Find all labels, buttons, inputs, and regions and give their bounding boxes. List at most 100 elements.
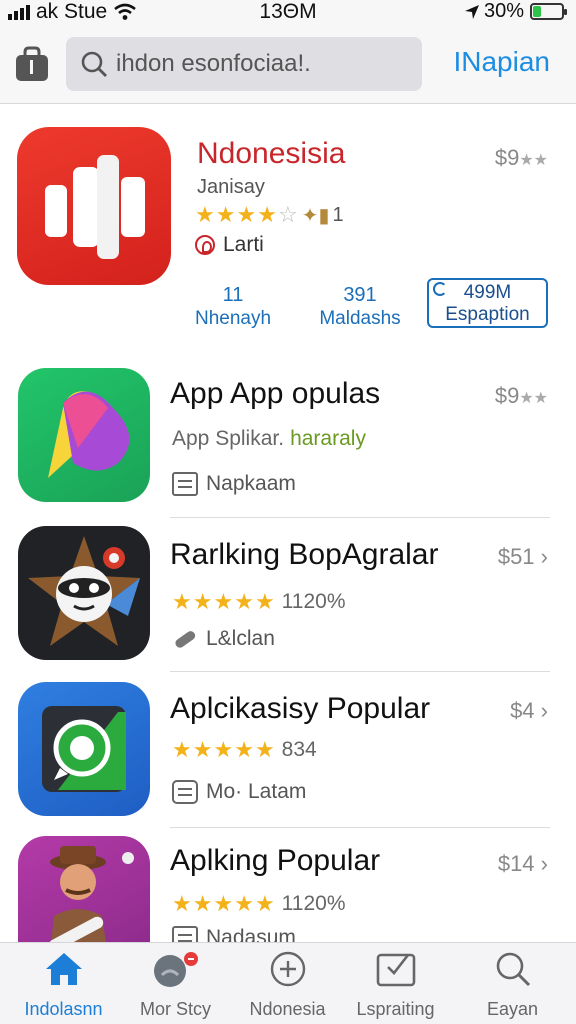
price-stars-icon: ★★ bbox=[519, 390, 548, 407]
search-placeholder: ihdon esonfociaa!. bbox=[116, 50, 311, 77]
tab-label: Ndonesia bbox=[249, 999, 326, 1019]
app-rating: ★★★★★ 834 bbox=[172, 737, 317, 763]
app-meta: Nadasum bbox=[172, 926, 296, 942]
star-filled-icon: ★ bbox=[192, 891, 214, 916]
tab-label: Indolasnn bbox=[24, 999, 103, 1019]
rating-text: 1120% bbox=[281, 892, 346, 915]
app-rating: ★★★★★ 1120% bbox=[172, 589, 346, 615]
rating-text: 834 bbox=[281, 738, 317, 761]
list-item[interactable]: Aplking Popular $14 › ★★★★★ 1120% Nadasu… bbox=[0, 836, 576, 942]
tab-today[interactable]: Indolasnn bbox=[6, 951, 121, 1020]
chevron-right-icon: › bbox=[540, 698, 548, 723]
star-filled-icon: ★ bbox=[172, 891, 193, 916]
featured-app-rating: ★★★★☆ ✦▮ 1 bbox=[195, 202, 344, 228]
price-label: $14 bbox=[497, 851, 535, 876]
expand-button[interactable]: 499M Espaption bbox=[427, 278, 548, 328]
price-label: $4 bbox=[510, 698, 535, 723]
star-rating: ★★★★☆ bbox=[195, 202, 299, 228]
star-rating: ★★★★★ bbox=[172, 737, 276, 763]
app-icon[interactable] bbox=[18, 526, 150, 660]
app-title[interactable]: Aplking Popular bbox=[170, 844, 380, 878]
list-item[interactable]: App App opulas $9★★ App Splikar. hararaly… bbox=[0, 368, 576, 518]
featured-app-title[interactable]: Ndonesisia bbox=[197, 137, 345, 171]
tab-lspraiting[interactable]: Lspraiting bbox=[338, 951, 453, 1020]
search-input[interactable]: ihdon esonfociaa!. bbox=[66, 37, 422, 91]
stat-value: 11 bbox=[222, 284, 244, 306]
app-icon[interactable] bbox=[18, 836, 150, 942]
app-title[interactable]: Aplcikasisy Popular bbox=[170, 692, 430, 726]
plus-circle-icon bbox=[270, 951, 305, 987]
divider bbox=[170, 671, 550, 672]
medal-icon: ✦▮ bbox=[301, 204, 330, 227]
app-meta: Mo· Latam bbox=[172, 780, 306, 804]
app-price[interactable]: $51 › bbox=[498, 544, 548, 570]
app-rating: ★★★★★ 1120% bbox=[172, 891, 346, 917]
tab-ndonesia[interactable]: Ndonesia bbox=[230, 951, 345, 1020]
rating-suffix: 1 bbox=[332, 203, 344, 226]
price-stars-icon: ★★ bbox=[519, 152, 548, 169]
star-filled-icon: ★ bbox=[234, 589, 255, 614]
shopping-bag-icon[interactable] bbox=[14, 46, 50, 82]
app-subtitle: App Splikar. hararaly bbox=[172, 427, 366, 451]
list-box-icon bbox=[172, 926, 198, 942]
star-filled-icon: ★ bbox=[213, 737, 235, 762]
battery-percent: 30% bbox=[483, 0, 524, 22]
meta-label: L&lclan bbox=[206, 627, 275, 650]
app-price[interactable]: $14 › bbox=[498, 851, 548, 877]
app-logo-icon bbox=[45, 155, 145, 259]
list-box-icon bbox=[172, 472, 198, 496]
location-arrow-icon bbox=[464, 4, 479, 19]
tab-bar: Indolasnn Mor Stcy Ndonesia Lspraiting E… bbox=[0, 942, 576, 1024]
star-filled-icon: ★ bbox=[234, 737, 255, 762]
divider bbox=[170, 827, 550, 828]
pill-icon bbox=[175, 631, 196, 648]
status-right: 30% bbox=[464, 0, 567, 23]
star-empty-icon: ☆ bbox=[277, 202, 299, 227]
stat-value: 391 bbox=[343, 284, 377, 306]
list-item[interactable]: Aplcikasisy Popular $4 › ★★★★★ 834 Mo· L… bbox=[0, 682, 576, 828]
star-filled-icon: ★ bbox=[192, 589, 214, 614]
price-label: $51 bbox=[497, 544, 535, 569]
search-icon bbox=[81, 51, 107, 77]
app-price[interactable]: $9★★ bbox=[495, 383, 548, 409]
star-filled-icon: ★ bbox=[254, 589, 276, 614]
edit-box-icon bbox=[376, 953, 415, 987]
app-meta: Napkaam bbox=[172, 472, 296, 496]
featured-app-subtitle: Janisay bbox=[197, 176, 265, 198]
app-icon[interactable] bbox=[18, 368, 150, 502]
stat-label: Maldashs bbox=[319, 308, 401, 329]
star-filled-icon: ★ bbox=[213, 891, 235, 916]
status-bar: ak Stue 13ΘM 30% bbox=[0, 0, 576, 26]
camera-box-icon bbox=[172, 780, 198, 804]
chevron-right-icon: › bbox=[540, 851, 548, 876]
top-bar: ihdon esonfociaa!. INapian bbox=[0, 26, 576, 104]
divider bbox=[170, 517, 550, 518]
featured-app-price[interactable]: $9★★ bbox=[495, 145, 548, 171]
tab-my-story[interactable]: Mor Stcy bbox=[118, 951, 233, 1020]
location-pin-icon bbox=[195, 235, 215, 255]
home-icon bbox=[45, 953, 82, 985]
star-filled-icon: ★ bbox=[213, 589, 235, 614]
list-item[interactable]: Rarlking BopAgralar $51 › ★★★★★ 1120% L&… bbox=[0, 526, 576, 672]
avatar-icon bbox=[153, 952, 198, 987]
abstract-shape-icon bbox=[48, 391, 130, 478]
app-title[interactable]: App App opulas bbox=[170, 377, 380, 411]
featured-app-icon[interactable] bbox=[17, 127, 171, 285]
star-filled-icon: ★ bbox=[236, 202, 258, 227]
subtitle-tag: hararaly bbox=[290, 427, 366, 450]
tag-label: Larti bbox=[223, 233, 264, 256]
tab-label: Lspraiting bbox=[356, 999, 435, 1019]
star-rating: ★★★★★ bbox=[172, 891, 276, 917]
expand-value: 499M bbox=[463, 282, 512, 303]
battery-icon bbox=[530, 3, 567, 20]
tab-search[interactable]: Eayan bbox=[455, 951, 570, 1020]
tab-label: Eayan bbox=[486, 999, 539, 1019]
header-link[interactable]: INapian bbox=[453, 46, 550, 78]
app-title[interactable]: Rarlking BopAgralar bbox=[170, 538, 438, 572]
app-price[interactable]: $4 › bbox=[510, 698, 548, 724]
search-icon bbox=[496, 952, 530, 987]
meta-label: Nadasum bbox=[206, 926, 296, 942]
star-filled-icon: ★ bbox=[215, 202, 237, 227]
app-icon[interactable] bbox=[18, 682, 150, 816]
subtitle-label: App Splikar. bbox=[172, 427, 285, 450]
